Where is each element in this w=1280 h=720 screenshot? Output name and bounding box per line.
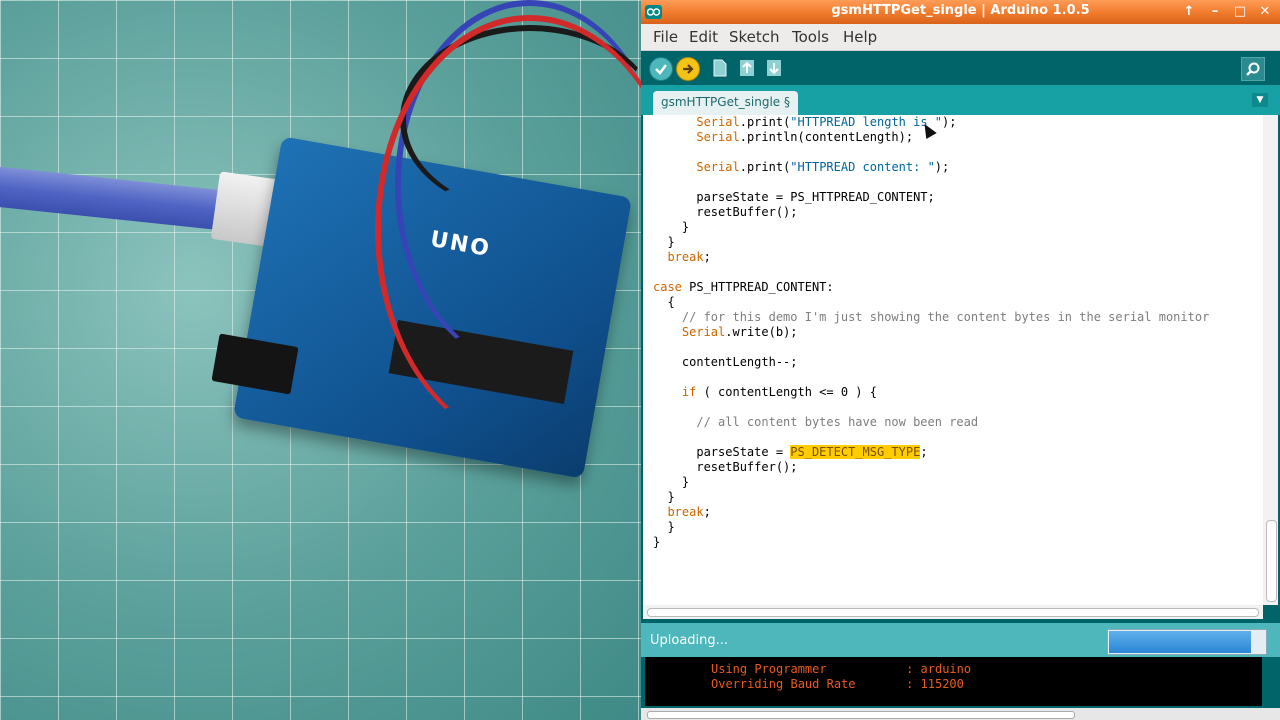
upload-icon [683,64,694,74]
editor-vertical-scrollbar[interactable] [1263,115,1278,605]
minimize-button[interactable]: – [1206,4,1224,20]
open-icon [740,60,754,76]
editor-horizontal-scrollbar[interactable] [643,605,1263,619]
save-button[interactable] [763,57,785,79]
maximize-button[interactable]: □ [1231,4,1249,20]
tab-menu-chevron-down-icon[interactable]: ▼ [1252,93,1268,107]
toolbar [641,51,1280,85]
status-bar: Uploading... [641,623,1280,657]
console-horizontal-scrollbar[interactable] [641,708,1280,720]
menu-sketch[interactable]: Sketch [729,28,780,46]
arduino-ide-window: gsmHTTPGet_single | Arduino 1.0.5 ↑ – □ … [641,0,1280,720]
code-editor[interactable]: Serial.print("HTTPREAD length is "); Ser… [643,115,1263,605]
code-text: Serial.print("HTTPREAD length is "); Ser… [653,115,1210,549]
serial-monitor-button[interactable] [1241,57,1265,81]
menu-tools[interactable]: Tools [792,28,829,46]
open-button[interactable] [736,57,758,79]
serial-monitor-icon [1246,62,1260,76]
console-output: Using Programmer : arduino Overriding Ba… [645,657,1262,706]
upload-button[interactable] [676,57,700,81]
save-icon [767,60,781,76]
console-line: Using Programmer : arduino [711,662,972,676]
scrollbar-thumb[interactable] [647,608,1259,617]
progress-fill [1109,631,1251,653]
title-bar[interactable]: gsmHTTPGet_single | Arduino 1.0.5 ↑ – □ … [641,0,1280,24]
close-button[interactable]: ✕ [1256,4,1274,20]
scrollbar-thumb[interactable] [1266,520,1277,602]
menu-file[interactable]: File [653,28,678,46]
keep-above-button[interactable]: ↑ [1180,4,1198,20]
console-line: Overriding Baud Rate : 115200 [711,677,964,691]
menu-help[interactable]: Help [843,28,877,46]
upload-progress-bar [1107,629,1267,655]
verify-icon [655,64,667,75]
usb-cable [0,165,232,231]
status-text: Uploading... [650,633,729,648]
arduino-photo: UNO [0,0,641,720]
new-button[interactable] [709,57,731,79]
tab-bar: gsmHTTPGet_single § ▼ [641,85,1280,115]
menu-bar: File Edit Sketch Tools Help [641,24,1280,51]
tab-sketch[interactable]: gsmHTTPGet_single § [653,91,798,115]
scrollbar-thumb[interactable] [647,711,1075,719]
new-icon [713,59,727,77]
verify-button[interactable] [649,57,673,81]
menu-edit[interactable]: Edit [689,28,718,46]
